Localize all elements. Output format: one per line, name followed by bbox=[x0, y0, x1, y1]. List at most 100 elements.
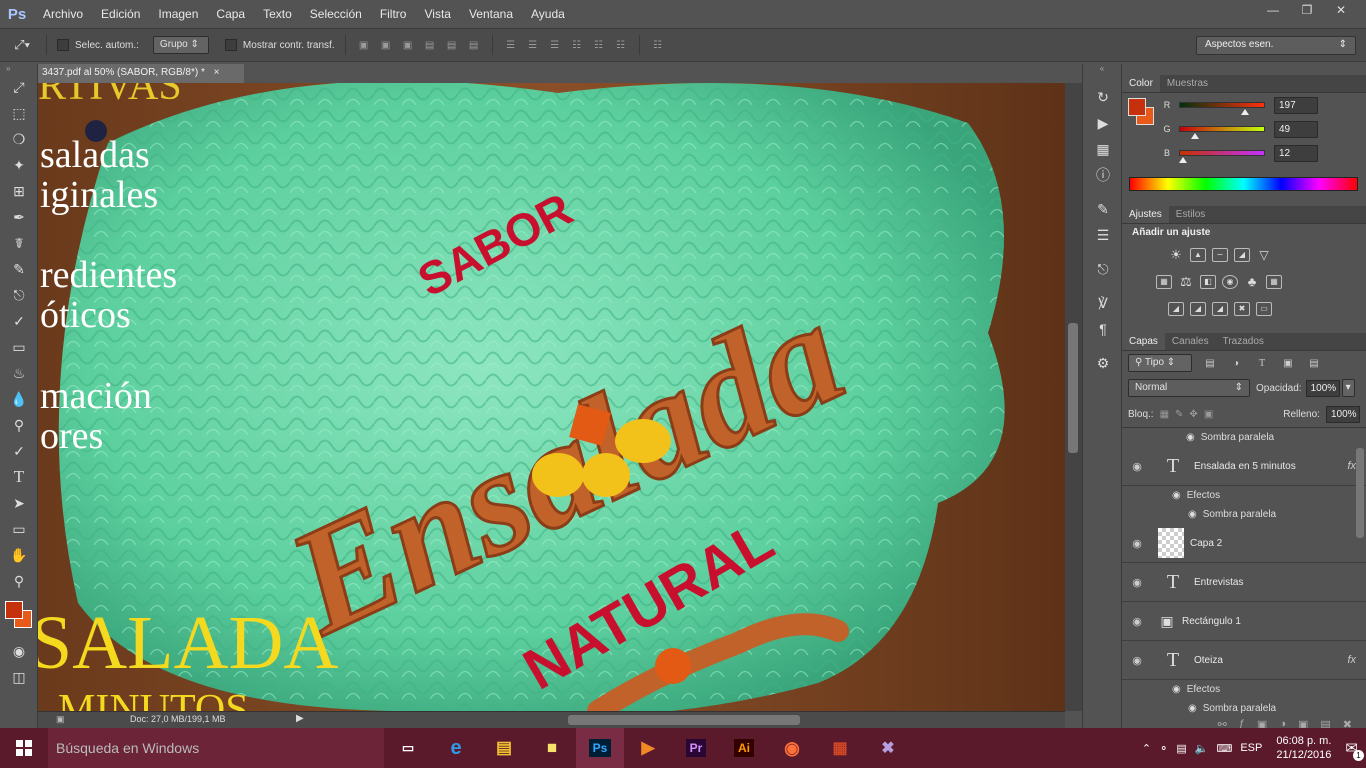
eye-icon[interactable]: ◉ bbox=[1122, 654, 1152, 667]
restore-icon[interactable]: ❐ bbox=[1292, 0, 1322, 20]
zoom-tool-icon[interactable]: ⚲ bbox=[0, 568, 38, 594]
menu-archivo[interactable]: Archivo bbox=[34, 0, 92, 28]
vibrance-icon[interactable]: ▽ bbox=[1256, 248, 1272, 262]
tab-estilos[interactable]: Estilos bbox=[1169, 206, 1212, 223]
layer-row[interactable]: ◉ Capa 2 bbox=[1122, 524, 1366, 563]
color-balance-icon[interactable]: ⚖ bbox=[1178, 274, 1194, 289]
align-hcenter-icon[interactable]: ▤ bbox=[444, 38, 460, 52]
network-icon[interactable]: ⚬ bbox=[1159, 742, 1168, 755]
type-tool-icon[interactable]: T bbox=[0, 464, 38, 490]
clone-stamp-icon[interactable]: ⎋ bbox=[0, 282, 38, 308]
brush-tool-icon[interactable]: ✎ bbox=[0, 256, 38, 282]
photo-filter-icon[interactable]: ◉ bbox=[1222, 274, 1238, 289]
tab-trazados[interactable]: Trazados bbox=[1216, 333, 1271, 350]
black-white-icon[interactable]: ◧ bbox=[1200, 274, 1216, 289]
eyedropper-icon[interactable]: ✒ bbox=[0, 204, 38, 230]
minimize-icon[interactable]: — bbox=[1258, 0, 1288, 20]
keyboard-icon[interactable]: ⌨ bbox=[1216, 742, 1232, 755]
auto-align-icon[interactable]: ☷ bbox=[650, 38, 666, 52]
menu-capa[interactable]: Capa bbox=[207, 0, 254, 28]
distribute-hcenter-icon[interactable]: ☷ bbox=[591, 38, 607, 52]
history-panel-icon[interactable]: ↻ bbox=[1083, 84, 1123, 110]
hand-tool-icon[interactable]: ✋ bbox=[0, 542, 38, 568]
fx-icon[interactable]: fx bbox=[1347, 460, 1356, 472]
g-slider-thumb[interactable] bbox=[1191, 133, 1200, 139]
filter-shape-icon[interactable]: ▣ bbox=[1280, 356, 1296, 370]
show-transform-checkbox[interactable] bbox=[224, 39, 237, 51]
distribute-bottom-icon[interactable]: ☰ bbox=[547, 38, 563, 52]
clone-source-icon[interactable]: ⎋ bbox=[1083, 256, 1123, 282]
move-tool-icon[interactable]: ⤢ bbox=[0, 74, 38, 100]
b-slider-thumb[interactable] bbox=[1179, 157, 1188, 163]
align-left-icon[interactable]: ▤ bbox=[422, 38, 438, 52]
menu-ayuda[interactable]: Ayuda bbox=[522, 0, 574, 28]
shape-tool-icon[interactable]: ▭ bbox=[0, 516, 38, 542]
document-tab[interactable]: 3437.pdf al 50% (SABOR, RGB/8*) * × bbox=[38, 64, 244, 83]
quick-mask-icon[interactable]: ◉ bbox=[0, 638, 38, 664]
layers-scroll-thumb[interactable] bbox=[1356, 448, 1364, 538]
layer-row[interactable]: ◉ T Entrevistas bbox=[1122, 563, 1366, 602]
blur-tool-icon[interactable]: 💧 bbox=[0, 386, 38, 412]
paragraph-panel-icon[interactable]: ¶ bbox=[1083, 316, 1123, 342]
fill-value[interactable]: 100% bbox=[1325, 405, 1360, 423]
tab-capas[interactable]: Capas bbox=[1122, 333, 1165, 350]
photoshop-taskbar-icon[interactable]: Ps bbox=[576, 728, 624, 768]
expand-dock-icon[interactable]: « bbox=[1083, 64, 1121, 74]
tab-ajustes[interactable]: Ajustes bbox=[1122, 206, 1169, 223]
info-panel-icon[interactable]: ⓘ bbox=[1083, 162, 1123, 188]
eye-icon[interactable]: ◉ bbox=[1122, 460, 1152, 473]
filter-pixel-icon[interactable]: ▤ bbox=[1202, 356, 1218, 370]
align-right-icon[interactable]: ▤ bbox=[466, 38, 482, 52]
g-value[interactable]: 49 bbox=[1274, 120, 1318, 138]
menu-filtro[interactable]: Filtro bbox=[371, 0, 416, 28]
lasso-tool-icon[interactable]: ❍ bbox=[0, 126, 38, 152]
selective-color-icon[interactable]: ✖ bbox=[1234, 301, 1250, 316]
close-tab-icon[interactable]: × bbox=[214, 67, 220, 78]
language-indicator[interactable]: ESP bbox=[1240, 742, 1262, 754]
status-menu-arrow-icon[interactable]: ▶ bbox=[296, 713, 304, 724]
r-slider[interactable] bbox=[1179, 102, 1265, 108]
lock-position-icon[interactable]: ✥ bbox=[1189, 407, 1197, 421]
tab-canales[interactable]: Canales bbox=[1165, 333, 1216, 350]
lock-transparent-icon[interactable]: ▦ bbox=[1160, 407, 1169, 421]
g-slider[interactable] bbox=[1179, 126, 1265, 132]
layer-row[interactable]: ◉ T Ensalada en 5 minutos fx bbox=[1122, 447, 1366, 486]
tool-presets-icon[interactable]: ⚙ bbox=[1083, 350, 1123, 376]
filter-smart-icon[interactable]: ▤ bbox=[1306, 356, 1322, 370]
menu-texto[interactable]: Texto bbox=[254, 0, 301, 28]
layer-effect-item[interactable]: ◉ Sombra paralela bbox=[1122, 505, 1366, 524]
crop-tool-icon[interactable]: ⊞ bbox=[0, 178, 38, 204]
marquee-tool-icon[interactable]: ⬚ bbox=[0, 100, 38, 126]
eye-icon[interactable]: ◉ bbox=[1122, 576, 1152, 589]
pen-tool-icon[interactable]: ✓ bbox=[0, 438, 38, 464]
screen-mode-icon[interactable]: ◫ bbox=[0, 664, 38, 690]
firefox-icon[interactable]: ◉ bbox=[768, 728, 816, 768]
layer-row[interactable]: ◉ T Oteiza fx bbox=[1122, 641, 1366, 680]
healing-brush-icon[interactable]: ☤ bbox=[0, 230, 38, 256]
foreground-color-swatch[interactable] bbox=[5, 601, 23, 619]
lock-all-icon[interactable]: ▣ bbox=[1204, 407, 1213, 421]
magic-wand-icon[interactable]: ✦ bbox=[0, 152, 38, 178]
workspace-dropdown[interactable]: Aspectos esen. ⇕ bbox=[1196, 36, 1356, 55]
document-canvas[interactable]: RTIVAS saladas iginales redientes óticos… bbox=[38, 83, 1065, 711]
move-tool-icon[interactable]: ⤢▾ bbox=[8, 37, 36, 52]
color-lookup-icon[interactable]: ▦ bbox=[1266, 274, 1282, 289]
filter-type-icon[interactable]: T bbox=[1254, 356, 1270, 370]
path-selection-icon[interactable]: ➤ bbox=[0, 490, 38, 516]
curves-icon[interactable]: ∽ bbox=[1212, 247, 1228, 262]
notifications-icon[interactable]: ✉ 1 bbox=[1345, 739, 1364, 761]
distribute-right-icon[interactable]: ☷ bbox=[613, 38, 629, 52]
tab-color[interactable]: Color bbox=[1122, 75, 1160, 92]
close-icon[interactable]: ✕ bbox=[1326, 0, 1356, 20]
filter-adjustment-icon[interactable]: ◑ bbox=[1228, 356, 1244, 370]
brush-panel-icon[interactable]: ✎ bbox=[1083, 196, 1123, 222]
sticky-notes-icon[interactable]: ■ bbox=[528, 728, 576, 768]
exposure-icon[interactable]: ◢ bbox=[1234, 247, 1250, 262]
b-value[interactable]: 12 bbox=[1274, 144, 1318, 162]
file-explorer-icon[interactable]: ▤ bbox=[480, 728, 528, 768]
gradient-map-icon[interactable]: ▭ bbox=[1256, 301, 1272, 316]
distribute-left-icon[interactable]: ☷ bbox=[569, 38, 585, 52]
auto-select-checkbox[interactable] bbox=[57, 39, 69, 51]
horizontal-scroll-thumb[interactable] bbox=[568, 715, 800, 725]
menu-imagen[interactable]: Imagen bbox=[149, 0, 207, 28]
